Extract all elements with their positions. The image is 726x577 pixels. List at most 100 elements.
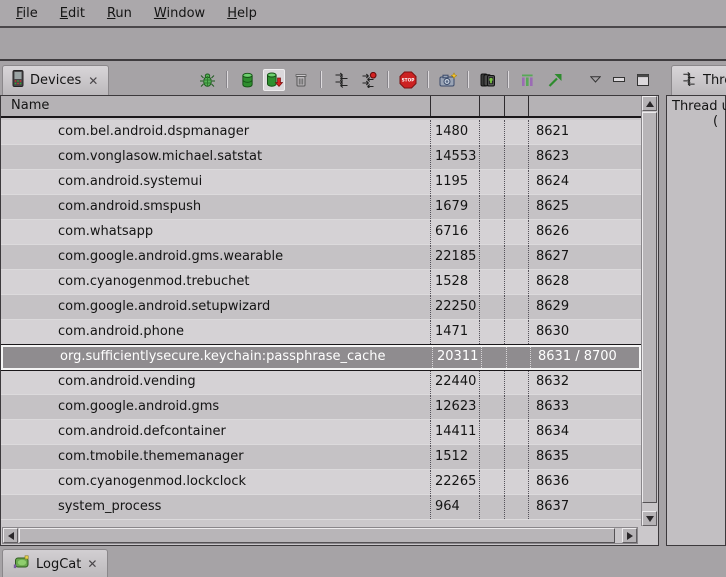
screen-capture-icon[interactable] (437, 69, 459, 91)
table-row[interactable]: com.android.vending224408632 (1, 370, 641, 395)
toolbar-separator (467, 71, 469, 88)
device-screens-icon[interactable] (477, 69, 499, 91)
table-row[interactable]: com.google.android.gms126238633 (1, 395, 641, 420)
toolbar-separator (226, 71, 228, 88)
process-col3 (482, 347, 507, 368)
table-row[interactable]: com.android.defcontainer144118634 (1, 420, 641, 445)
scroll-up-button[interactable] (642, 96, 657, 111)
column-header-4[interactable] (529, 96, 641, 116)
logcat-icon (13, 555, 30, 574)
table-row[interactable]: system_process9648637 (1, 495, 641, 520)
table-row[interactable]: com.vonglasow.michael.satstat145538623 (1, 145, 641, 170)
scroll-left-button[interactable] (3, 528, 18, 543)
horizontal-scrollbar[interactable] (2, 527, 638, 544)
process-col3 (480, 295, 505, 319)
process-col3 (480, 220, 505, 244)
process-pid: 22185 (431, 245, 480, 269)
debug-process-icon[interactable] (196, 69, 218, 91)
process-col4 (505, 445, 529, 469)
process-name: com.google.android.setupwizard (1, 295, 431, 319)
menu-edit[interactable]: Edit (49, 3, 96, 24)
threads-view: Threa Thread up ( (666, 63, 726, 546)
column-header-3[interactable] (505, 96, 529, 116)
table-row[interactable]: com.google.android.setupwizard222508629 (1, 295, 641, 320)
process-port: 8637 (529, 495, 641, 519)
process-port: 8628 (529, 270, 641, 294)
process-pid: 6716 (431, 220, 480, 244)
table-row[interactable]: com.android.smspush16798625 (1, 195, 641, 220)
tab-threads-label: Threa (703, 73, 726, 88)
menu-help[interactable]: Help (216, 3, 268, 24)
process-col4 (505, 420, 529, 444)
process-pid: 22265 (431, 470, 480, 494)
process-col4 (505, 270, 529, 294)
vertical-scrollbar-thumb[interactable] (642, 112, 657, 503)
devices-toolbar: STOP (196, 65, 651, 94)
table-row[interactable]: com.android.systemui11958624 (1, 170, 641, 195)
process-port: 8621 (529, 120, 641, 144)
process-col4 (505, 395, 529, 419)
horizontal-scrollbar-thumb[interactable] (19, 528, 615, 543)
menu-window[interactable]: Window (143, 3, 216, 24)
table-row[interactable]: com.tmobile.thememanager15128635 (1, 445, 641, 470)
process-col4 (505, 495, 529, 519)
devices-table-frame: Name com.bel.android.dspmanager14808621c… (0, 95, 659, 546)
process-col3 (480, 120, 505, 144)
process-name: com.android.systemui (1, 170, 431, 194)
process-port: 8625 (529, 195, 641, 219)
systrace-icon[interactable] (517, 69, 539, 91)
stop-process-icon[interactable]: STOP (397, 69, 419, 91)
table-row[interactable]: com.android.phone14718630 (1, 320, 641, 345)
process-col3 (480, 495, 505, 519)
process-port: 8627 (529, 245, 641, 269)
table-row[interactable]: com.bel.android.dspmanager14808621 (1, 120, 641, 145)
maximize-icon[interactable] (635, 69, 651, 91)
close-icon[interactable]: ✕ (87, 75, 99, 87)
scroll-right-button[interactable] (622, 528, 637, 543)
process-pid: 22250 (431, 295, 480, 319)
process-name: com.android.vending (1, 370, 431, 394)
tab-threads[interactable]: Threa (671, 65, 726, 95)
menu-file[interactable]: File (5, 3, 49, 24)
table-row[interactable]: com.google.android.gms.wearable22185 8627 (1, 245, 641, 270)
process-col4 (507, 347, 531, 368)
view-menu-icon[interactable] (587, 69, 603, 91)
process-col3 (480, 370, 505, 394)
cause-gc-icon[interactable] (290, 69, 312, 91)
update-heap-icon[interactable] (236, 69, 258, 91)
main-toolbar-strip (0, 30, 726, 61)
process-name: com.android.smspush (1, 195, 431, 219)
close-icon[interactable]: ✕ (87, 557, 97, 571)
table-row[interactable]: org.sufficientlysecure.keychain:passphra… (1, 345, 641, 370)
devices-view: Devices ✕ STOP Name com.bel.android.dspm… (0, 63, 659, 546)
table-header: Name (1, 96, 641, 118)
table-row[interactable]: com.cyanogenmod.trebuchet15288628 (1, 270, 641, 295)
tab-devices[interactable]: Devices ✕ (2, 65, 109, 95)
process-name: com.google.android.gms.wearable (1, 245, 431, 269)
table-row[interactable]: com.cyanogenmod.lockclock222658636 (1, 470, 641, 495)
process-name: com.cyanogenmod.trebuchet (1, 270, 431, 294)
table-row[interactable]: com.whatsapp67168626 (1, 220, 641, 245)
bottom-view-bar: LogCat ✕ (0, 546, 726, 577)
scroll-down-button[interactable] (642, 511, 657, 526)
vertical-scrollbar[interactable] (641, 96, 658, 526)
start-method-profiling-icon[interactable] (357, 69, 379, 91)
menu-run[interactable]: Run (96, 3, 143, 24)
process-name: org.sufficientlysecure.keychain:passphra… (3, 347, 433, 368)
process-port: 8624 (529, 170, 641, 194)
update-threads-icon[interactable] (330, 69, 352, 91)
threads-icon (681, 71, 697, 90)
process-port: 8623 (529, 145, 641, 169)
opengl-trace-icon[interactable] (544, 69, 566, 91)
process-pid: 1471 (431, 320, 480, 344)
column-header-2[interactable] (480, 96, 505, 116)
minimize-icon[interactable] (611, 69, 627, 91)
column-header-name[interactable]: Name (1, 96, 431, 116)
dump-hprof-icon[interactable] (263, 69, 285, 91)
arrow-up-icon (646, 101, 654, 107)
tab-logcat[interactable]: LogCat ✕ (2, 549, 108, 577)
process-col3 (480, 245, 505, 269)
process-col4 (505, 120, 529, 144)
tab-devices-label: Devices (30, 73, 81, 88)
column-header-1[interactable] (431, 96, 480, 116)
